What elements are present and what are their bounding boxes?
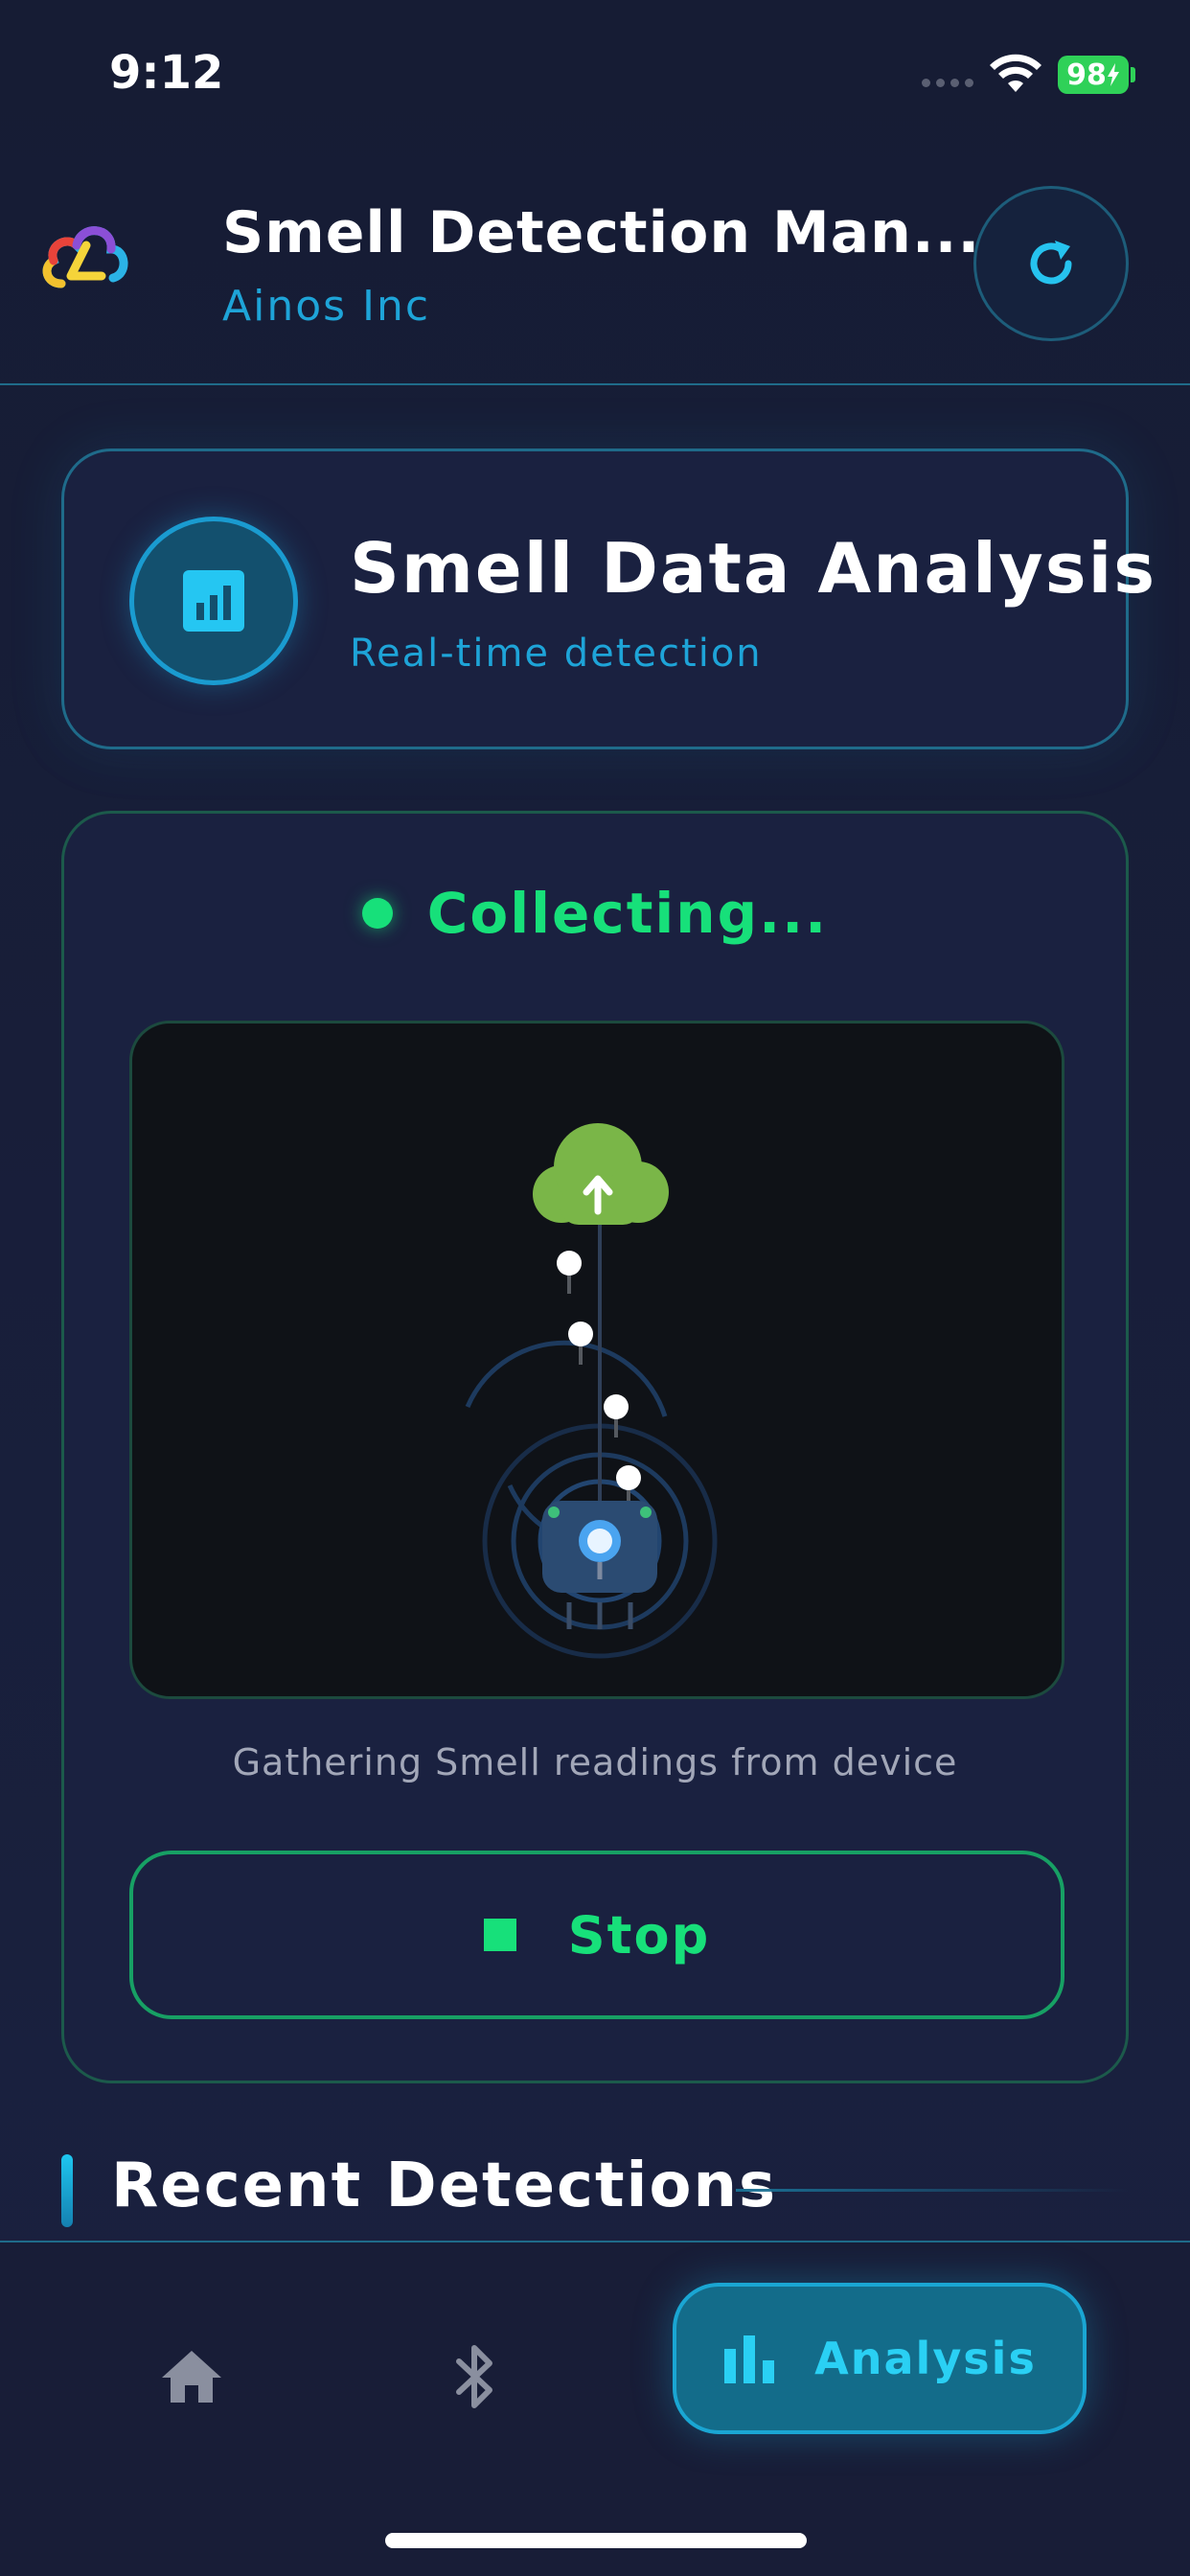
analysis-subtitle: Real-time detection [350, 632, 763, 676]
upload-animation-graphic [465, 1123, 718, 1659]
nav-bluetooth-tab[interactable] [427, 2329, 523, 2425]
cloud-upload-icon [533, 1123, 669, 1225]
collecting-caption: Gathering Smell readings from device [232, 1741, 958, 1783]
collecting-status: Collecting... [64, 881, 1126, 946]
nav-analysis-label: Analysis [814, 2333, 1037, 2384]
recent-detections-title: Recent Detections [111, 2150, 778, 2221]
status-bar: 9:12 98 [0, 0, 1190, 144]
bottom-nav: Analysis [0, 2241, 1190, 2576]
home-icon [162, 2351, 221, 2403]
stop-button[interactable]: Stop [129, 1851, 1064, 2019]
status-dot [361, 898, 393, 929]
bar-chart-icon [724, 2335, 775, 2383]
signal-rings [465, 1340, 718, 1659]
section-divider-line [736, 2189, 1129, 2192]
app-title: Smell Detection Man... [222, 199, 981, 266]
app-company: Ainos Inc [222, 282, 431, 331]
sensor-device-icon [542, 1501, 657, 1629]
battery-tip [1131, 67, 1135, 82]
screen: 9:12 98 Smell Detection Man... Ainos Inc [0, 0, 1190, 2576]
bluetooth-icon [456, 2345, 492, 2408]
cellular-signal-icon [922, 79, 973, 87]
collecting-status-text: Collecting... [426, 881, 829, 946]
recent-detections-header: Recent Detections [61, 2147, 1129, 2233]
bar-chart-icon [183, 570, 244, 632]
wifi-icon [990, 54, 1041, 92]
analysis-icon-badge [129, 517, 298, 685]
stop-icon [483, 1919, 516, 1951]
battery-level: 98 [1066, 58, 1107, 92]
analysis-card: Smell Data Analysis Real-time detection [61, 448, 1155, 749]
refresh-icon [1030, 241, 1072, 285]
app-header: Smell Detection Man... Ainos Inc [0, 144, 1190, 385]
status-time: 9:12 [109, 46, 224, 100]
charging-bolt-icon [1107, 63, 1119, 86]
section-accent-bar [61, 2154, 73, 2227]
cloud-logo-icon [42, 226, 128, 288]
collecting-card: Collecting... Gathering Smell readings f… [61, 811, 1129, 2083]
nav-home-tab[interactable] [144, 2329, 240, 2425]
battery-indicator: 98 [1058, 56, 1129, 94]
nav-analysis-tab[interactable]: Analysis [673, 2283, 1087, 2434]
home-indicator[interactable] [385, 2533, 807, 2548]
upload-animation [129, 1021, 1064, 1699]
analysis-title: Smell Data Analysis [350, 528, 1157, 609]
refresh-button[interactable] [973, 186, 1129, 341]
stop-button-label: Stop [567, 1904, 711, 1966]
